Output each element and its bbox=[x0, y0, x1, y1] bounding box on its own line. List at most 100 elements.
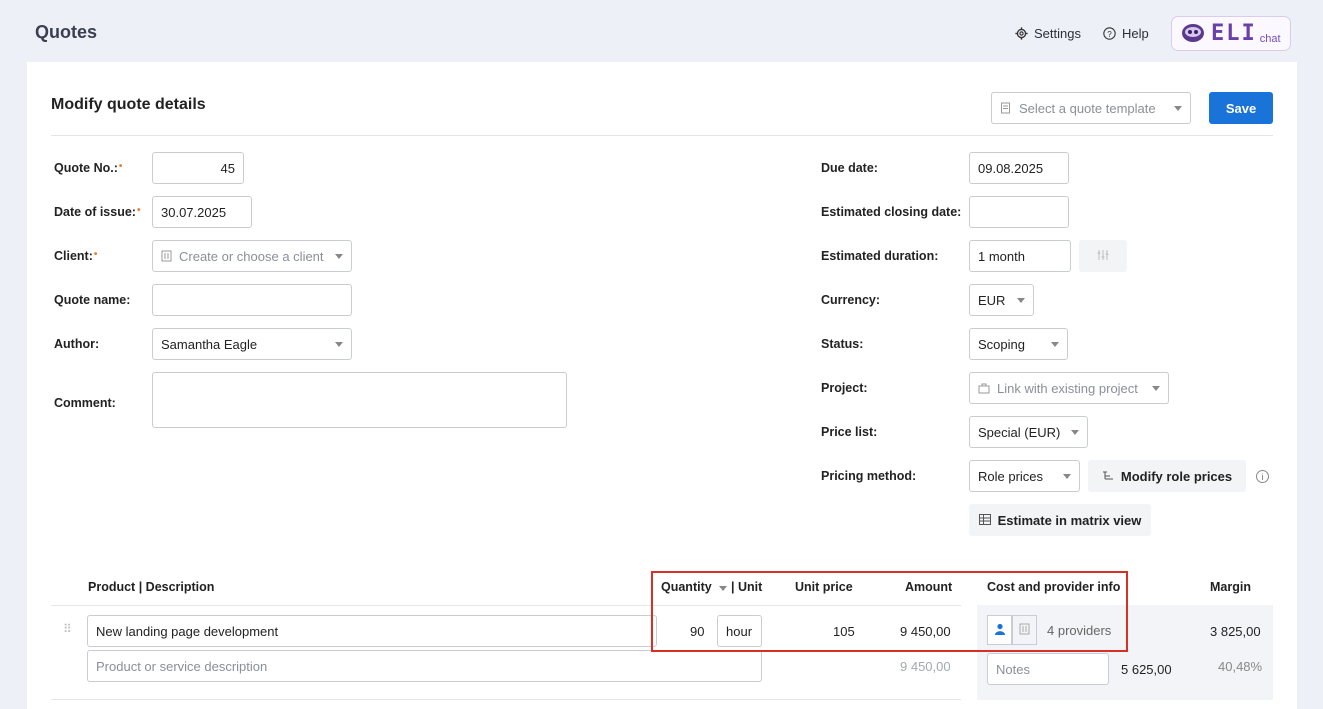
price-list-select[interactable]: Special (EUR) bbox=[969, 416, 1088, 448]
settings-label: Settings bbox=[1034, 26, 1081, 41]
company-provider-button[interactable] bbox=[1012, 615, 1037, 645]
unit-price-value[interactable]: 105 bbox=[833, 624, 855, 639]
chevron-down-icon bbox=[1051, 342, 1059, 347]
eli-mascot-icon bbox=[1180, 21, 1206, 46]
pricing-method-value: Role prices bbox=[978, 468, 1044, 484]
chevron-down-icon bbox=[335, 342, 343, 347]
due-date-input[interactable]: 09.08.2025 bbox=[969, 152, 1069, 184]
status-select[interactable]: Scoping bbox=[969, 328, 1068, 360]
amount-secondary-value: 9 450,00 bbox=[900, 659, 951, 674]
sliders-icon bbox=[1097, 249, 1109, 264]
currency-select[interactable]: EUR bbox=[969, 284, 1034, 316]
quote-form-card: Modify quote details Select a quote temp… bbox=[27, 62, 1297, 709]
col-header-unit-price: Unit price bbox=[795, 580, 853, 594]
col-header-quantity[interactable]: Quantity bbox=[661, 580, 712, 594]
due-date-label: Due date: bbox=[821, 161, 878, 175]
sort-down-icon[interactable] bbox=[719, 586, 727, 591]
client-label: Client:• bbox=[54, 249, 97, 263]
chevron-down-icon bbox=[1174, 106, 1182, 111]
modify-role-prices-label: Modify role prices bbox=[1120, 468, 1233, 484]
pricing-method-select[interactable]: Role prices bbox=[969, 460, 1080, 492]
est-duration-label: Estimated duration: bbox=[821, 249, 939, 263]
price-list-value: Special (EUR) bbox=[978, 424, 1061, 440]
description-textarea[interactable]: Product or service description bbox=[87, 650, 762, 682]
client-placeholder: Create or choose a client bbox=[179, 248, 324, 264]
margin-value: 3 825,00 bbox=[1210, 624, 1261, 639]
author-select[interactable]: Samantha Eagle bbox=[152, 328, 352, 360]
page-title: Modify quote details bbox=[51, 96, 206, 113]
svg-text:?: ? bbox=[1107, 30, 1112, 39]
template-placeholder: Select a quote template bbox=[1019, 100, 1156, 116]
client-label-text: Client: bbox=[54, 249, 93, 263]
eli-chat-button[interactable]: ELI chat bbox=[1171, 16, 1291, 51]
quantity-value[interactable]: 90 bbox=[690, 624, 704, 639]
unit-input[interactable]: hour bbox=[717, 615, 762, 647]
required-marker: • bbox=[118, 161, 123, 172]
save-button[interactable]: Save bbox=[1209, 92, 1273, 124]
chevron-down-icon bbox=[1152, 386, 1160, 391]
col-header-product: Product | Description bbox=[88, 580, 215, 594]
gear-icon bbox=[1015, 27, 1028, 40]
status-value: Scoping bbox=[978, 336, 1025, 352]
currency-value: EUR bbox=[978, 292, 1006, 308]
est-closing-date-label: Estimated closing date: bbox=[821, 205, 962, 219]
help-icon: ? bbox=[1103, 27, 1116, 40]
settings-link[interactable]: Settings bbox=[1015, 26, 1081, 41]
eli-chat-label: chat bbox=[1259, 32, 1281, 45]
table-grid-icon bbox=[978, 513, 991, 528]
product-input[interactable]: New landing page development bbox=[87, 615, 657, 647]
estimate-matrix-view-button[interactable]: Estimate in matrix view bbox=[969, 504, 1151, 536]
drag-handle-icon[interactable]: ⠿ bbox=[63, 622, 72, 636]
chevron-down-icon bbox=[1063, 474, 1071, 479]
col-header-amount: Amount bbox=[905, 580, 953, 594]
date-of-issue-label: Date of issue:• bbox=[54, 205, 140, 219]
building-icon bbox=[1019, 623, 1030, 638]
hierarchy-icon bbox=[1102, 469, 1114, 484]
comment-textarea[interactable] bbox=[152, 372, 567, 428]
chevron-down-icon bbox=[335, 254, 343, 259]
help-label: Help bbox=[1122, 26, 1149, 41]
comment-label: Comment: bbox=[54, 396, 116, 410]
margin-percent-value: 40,48% bbox=[1218, 659, 1263, 674]
table-row-divider bbox=[51, 699, 961, 700]
providers-link[interactable]: 4 providers bbox=[1047, 623, 1111, 638]
info-icon[interactable]: i bbox=[1256, 470, 1269, 483]
est-closing-date-input[interactable] bbox=[969, 196, 1069, 228]
client-select[interactable]: Create or choose a client bbox=[152, 240, 352, 272]
est-duration-input[interactable]: 1 month bbox=[969, 240, 1071, 272]
building-icon bbox=[161, 250, 172, 262]
col-header-cost-info: Cost and provider info bbox=[987, 580, 1121, 594]
briefcase-icon bbox=[978, 383, 990, 394]
author-label: Author: bbox=[54, 337, 100, 351]
quote-name-label: Quote name: bbox=[54, 293, 131, 307]
amount-value: 9 450,00 bbox=[900, 624, 951, 639]
cost-value: 5 625,00 bbox=[1121, 662, 1172, 677]
chevron-down-icon bbox=[1017, 298, 1025, 303]
price-list-label: Price list: bbox=[821, 425, 878, 439]
chevron-down-icon bbox=[1071, 430, 1079, 435]
eli-logo-text: ELI bbox=[1211, 21, 1257, 46]
quote-template-select[interactable]: Select a quote template bbox=[991, 92, 1191, 124]
col-header-margin: Margin bbox=[1210, 580, 1251, 594]
author-value: Samantha Eagle bbox=[161, 336, 258, 352]
header-divider bbox=[51, 135, 1273, 136]
table-header-divider bbox=[51, 605, 961, 606]
quote-no-label: Quote No.:• bbox=[54, 161, 122, 175]
project-select[interactable]: Link with existing project bbox=[969, 372, 1169, 404]
person-icon bbox=[994, 623, 1006, 638]
status-label: Status: bbox=[821, 337, 864, 351]
quote-no-input[interactable]: 45 bbox=[152, 152, 244, 184]
quote-no-label-text: Quote No.: bbox=[54, 161, 118, 175]
modify-role-prices-button[interactable]: Modify role prices bbox=[1088, 460, 1246, 492]
notes-textarea[interactable]: Notes bbox=[987, 653, 1109, 685]
template-icon bbox=[1000, 102, 1012, 114]
date-of-issue-label-text: Date of issue: bbox=[54, 205, 136, 219]
date-of-issue-input[interactable]: 30.07.2025 bbox=[152, 196, 252, 228]
help-link[interactable]: ? Help bbox=[1103, 26, 1149, 41]
project-label: Project: bbox=[821, 381, 868, 395]
quote-name-input[interactable] bbox=[152, 284, 352, 316]
col-header-unit: | Unit bbox=[731, 580, 763, 594]
app-title: Quotes bbox=[35, 22, 98, 42]
person-provider-button[interactable] bbox=[987, 615, 1012, 645]
duration-adjust-button[interactable] bbox=[1079, 240, 1127, 272]
